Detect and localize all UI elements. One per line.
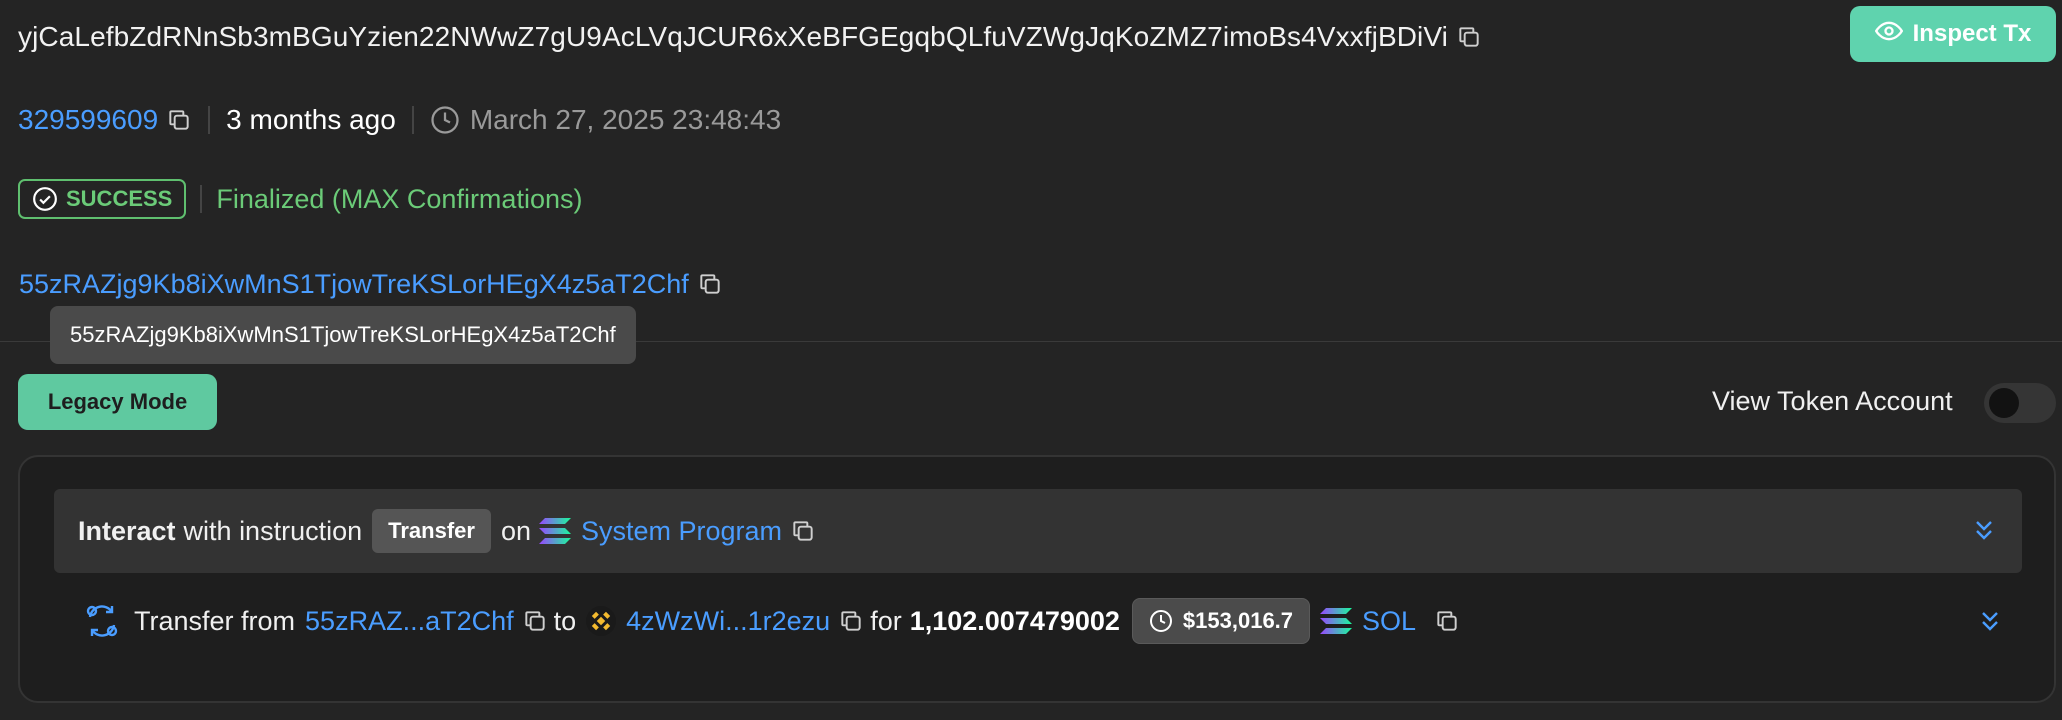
transfer-from-text: Transfer from bbox=[134, 605, 296, 636]
block-link[interactable]: 329599609 bbox=[18, 104, 158, 136]
legacy-mode-button[interactable]: Legacy Mode bbox=[18, 374, 217, 430]
divider bbox=[200, 185, 203, 213]
copy-icon[interactable] bbox=[790, 518, 816, 544]
check-circle-icon bbox=[32, 186, 58, 212]
copy-icon[interactable] bbox=[166, 107, 192, 133]
divider bbox=[208, 106, 211, 134]
chevrons-down-icon[interactable] bbox=[1972, 518, 1996, 544]
copy-icon[interactable] bbox=[1434, 608, 1460, 634]
signer-row: 55zRAZjg9Kb8iXwMnS1TjowTreKSLorHEgX4z5aT… bbox=[19, 264, 723, 304]
eye-icon bbox=[1874, 17, 1903, 52]
token-link[interactable]: SOL bbox=[1362, 606, 1416, 637]
tx-timestamp: March 27, 2025 23:48:43 bbox=[469, 104, 782, 135]
tx-signature-row: yjCaLefbZdRNnSb3mBGuYzien22NWwZ7gU9AcLVq… bbox=[18, 18, 1482, 56]
program-link[interactable]: System Program bbox=[581, 516, 782, 547]
usd-value: $153,016.7 bbox=[1182, 608, 1294, 633]
instructions-panel: Interact with instruction Transfer on Sy… bbox=[18, 455, 2056, 703]
with-instruction-text: with instruction bbox=[183, 515, 363, 546]
divider bbox=[411, 106, 414, 134]
copy-icon[interactable] bbox=[838, 608, 864, 634]
inspect-tx-label: Inspect Tx bbox=[1912, 20, 2032, 47]
interact-label: Interact bbox=[78, 515, 176, 546]
tx-age: 3 months ago bbox=[226, 104, 396, 135]
binance-logo-icon bbox=[586, 606, 617, 636]
copy-icon[interactable] bbox=[1456, 24, 1482, 50]
tx-signature: yjCaLefbZdRNnSb3mBGuYzien22NWwZ7gU9AcLVq… bbox=[18, 21, 1448, 52]
view-token-account-label: View Token Account bbox=[1712, 386, 1953, 416]
chevrons-down-icon[interactable] bbox=[1978, 609, 2002, 635]
usd-value-badge: $153,016.7 bbox=[1131, 598, 1311, 644]
solana-logo-icon bbox=[1320, 608, 1353, 634]
from-address-link[interactable]: 55zRAZ...aT2Chf bbox=[305, 606, 514, 637]
tx-meta-row: 329599609 3 months ago March 27, 2025 23… bbox=[18, 100, 781, 140]
status-badge: SUCCESS bbox=[18, 179, 187, 219]
transfer-detail-row: Transfer from 55zRAZ...aT2Chf to 4zWzWi.… bbox=[82, 598, 1460, 644]
address-tooltip: 55zRAZjg9Kb8iXwMnS1TjowTreKSLorHEgX4z5aT… bbox=[50, 306, 636, 364]
on-text: on bbox=[500, 515, 531, 546]
to-text: to bbox=[553, 605, 577, 636]
transfer-amount: 1,102.007479002 bbox=[909, 605, 1120, 636]
inspect-tx-button[interactable]: Inspect Tx bbox=[1850, 6, 2056, 62]
transfer-swap-icon bbox=[82, 601, 122, 641]
to-address-link[interactable]: 4zWzWi...1r2ezu bbox=[626, 606, 830, 637]
status-text: SUCCESS bbox=[66, 186, 173, 211]
solana-logo-icon bbox=[539, 518, 571, 544]
clock-icon bbox=[430, 105, 460, 135]
copy-icon[interactable] bbox=[522, 608, 548, 634]
copy-icon[interactable] bbox=[697, 271, 723, 297]
status-row: SUCCESS Finalized (MAX Confirmations) bbox=[18, 178, 582, 220]
instruction-name-badge: Transfer bbox=[372, 509, 491, 553]
clock-icon bbox=[1149, 609, 1173, 633]
instruction-header[interactable]: Interact with instruction Transfer on Sy… bbox=[54, 489, 2022, 573]
confirmation-status: Finalized (MAX Confirmations) bbox=[216, 183, 583, 214]
toggle-knob bbox=[1989, 388, 2019, 418]
signer-address-link[interactable]: 55zRAZjg9Kb8iXwMnS1TjowTreKSLorHEgX4z5aT… bbox=[19, 269, 689, 300]
view-token-account-toggle[interactable] bbox=[1984, 383, 2056, 423]
for-text: for bbox=[870, 605, 902, 636]
